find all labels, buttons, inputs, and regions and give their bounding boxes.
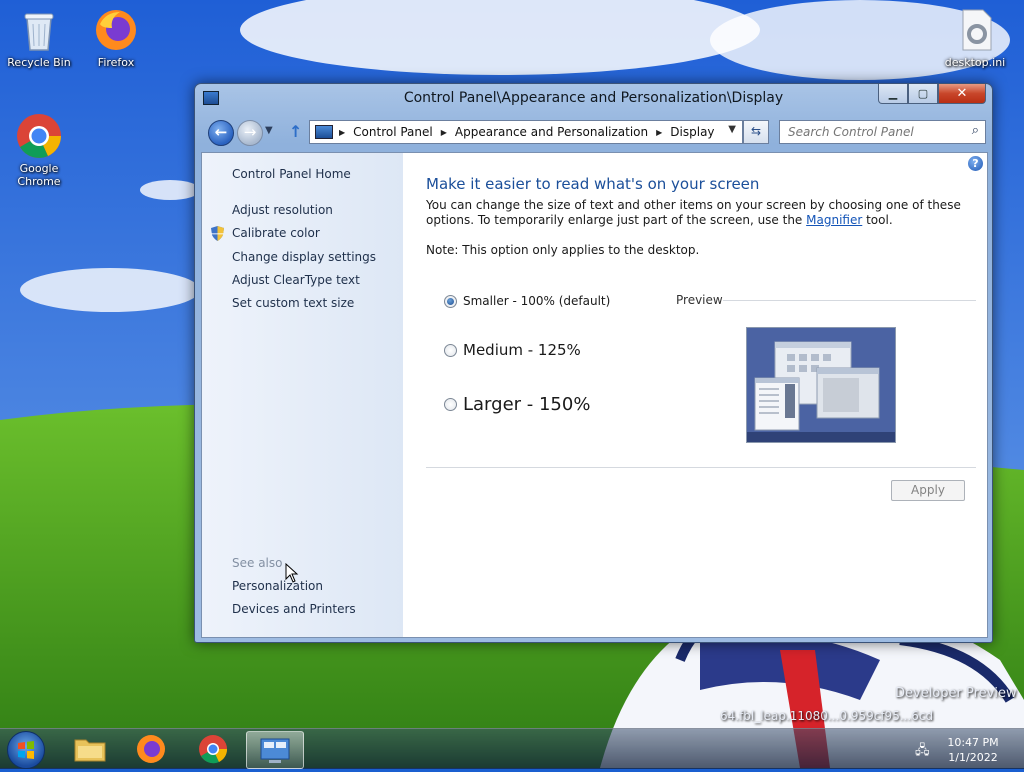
control-panel-icon <box>260 738 290 763</box>
watermark-line1: Developer Preview <box>895 686 1017 701</box>
address-bar[interactable]: ▶ Control Panel ▶ Appearance and Personali… <box>309 120 743 144</box>
chevron-down-icon: ▼ <box>265 125 273 136</box>
adjust-cleartype-link[interactable]: Adjust ClearType text <box>232 273 360 287</box>
up-button[interactable]: ↑ <box>289 122 302 141</box>
calibrate-color-link[interactable]: Calibrate color <box>232 226 320 240</box>
start-button[interactable] <box>7 731 45 769</box>
close-icon: ✕ <box>956 86 968 101</box>
firefox-label: Firefox <box>97 56 135 69</box>
taskbar: 🖧 10:47 PM 1/1/2022 <box>0 728 1024 769</box>
preview-divider <box>723 300 976 301</box>
address-dropdown-icon[interactable]: ▼ <box>728 124 736 135</box>
help-icon[interactable]: ? <box>968 156 983 171</box>
chrome-icon <box>17 114 61 158</box>
option-smaller[interactable]: Smaller - 100% (default) <box>444 294 610 308</box>
content-divider <box>426 467 976 468</box>
magnifier-link[interactable]: Magnifier <box>806 213 862 227</box>
mouse-cursor-icon <box>285 563 299 583</box>
display-preview-image <box>746 327 896 443</box>
firefox-icon <box>137 735 165 763</box>
settings-file-icon <box>962 9 992 51</box>
recycle-bin-label: Recycle Bin <box>7 56 71 69</box>
forward-arrow-icon: → <box>243 123 257 141</box>
minimize-button[interactable]: ▁ <box>878 84 908 104</box>
change-display-settings-link[interactable]: Change display settings <box>232 250 376 264</box>
window-content: Control Panel Home Adjust resolution Cal… <box>201 152 988 638</box>
window-title: Control Panel\Appearance and Personaliza… <box>403 90 784 106</box>
crumb-display[interactable]: ▶ Display <box>656 125 714 139</box>
adjust-resolution-link[interactable]: Adjust resolution <box>232 203 333 217</box>
maximize-icon: ▢ <box>917 87 929 100</box>
crumb-separator-icon: ▶ <box>656 127 663 137</box>
option-medium[interactable]: Medium - 125% <box>444 341 581 359</box>
windows-logo-icon <box>18 741 34 759</box>
control-panel-window: Control Panel\Appearance and Personaliza… <box>194 83 993 643</box>
control-panel-home-link[interactable]: Control Panel Home <box>232 167 351 181</box>
caption-buttons: ▁ ▢ ✕ <box>878 84 986 104</box>
refresh-button[interactable]: ⇆ <box>743 120 769 144</box>
radio-larger[interactable] <box>444 398 457 411</box>
taskbar-explorer-button[interactable] <box>62 731 118 767</box>
crumb-control-panel[interactable]: ▶ Control Panel <box>339 125 433 139</box>
folder-icon <box>74 739 106 762</box>
search-box[interactable]: ⌕ <box>779 120 986 144</box>
option-larger[interactable]: Larger - 150% <box>444 394 590 415</box>
desktop-ini-label: desktop.ini <box>944 56 1006 69</box>
taskbar-control-panel-button[interactable] <box>246 731 304 769</box>
personalization-link[interactable]: Personalization <box>232 579 323 593</box>
up-arrow-icon: ↑ <box>289 122 303 141</box>
navigation-bar: ← → ▼ ↑ ▶ Control Panel ▶ Appearance and P… <box>203 118 986 148</box>
left-task-pane: Control Panel Home Adjust resolution Cal… <box>202 153 403 637</box>
desktop-ini-desktop-icon[interactable]: desktop.ini <box>937 6 1013 69</box>
network-icon[interactable]: 🖧 <box>915 741 930 763</box>
clock-time: 10:47 PM <box>947 736 999 749</box>
page-description: You can change the size of text and othe… <box>426 198 961 227</box>
radio-smaller[interactable] <box>444 294 457 308</box>
search-icon[interactable]: ⌕ <box>972 123 979 138</box>
close-button[interactable]: ✕ <box>938 84 986 104</box>
watermark-line2: 64.fbl_leap.11080...0.959cf95...6cd <box>720 709 934 723</box>
taskbar-chrome-button[interactable] <box>185 731 241 767</box>
main-pane: ? Make it easier to read what's on your … <box>403 153 987 637</box>
forward-button[interactable]: → <box>237 120 263 146</box>
set-custom-text-size-link[interactable]: Set custom text size <box>232 296 354 310</box>
chrome-desktop-icon[interactable]: Google Chrome <box>1 112 77 188</box>
chrome-label: Google Chrome <box>17 162 61 188</box>
crumb-appearance[interactable]: ▶ Appearance and Personalization <box>441 125 648 139</box>
back-button[interactable]: ← <box>208 120 234 146</box>
firefox-icon <box>96 10 136 50</box>
recycle-bin-desktop-icon[interactable]: Recycle Bin <box>1 6 77 69</box>
desktop-note: Note: This option only applies to the de… <box>426 243 700 257</box>
control-panel-icon <box>315 125 333 139</box>
radio-medium[interactable] <box>444 343 457 357</box>
devices-and-printers-link[interactable]: Devices and Printers <box>232 602 356 616</box>
refresh-icon: ⇆ <box>750 124 762 138</box>
maximize-button[interactable]: ▢ <box>908 84 938 104</box>
recent-pages-button[interactable]: ▼ <box>265 125 273 136</box>
recycle-bin-icon <box>24 13 54 51</box>
uac-shield-icon <box>211 226 224 241</box>
taskbar-firefox-button[interactable] <box>123 731 179 767</box>
chrome-icon <box>199 735 228 764</box>
clock-date: 1/1/2022 <box>948 751 998 764</box>
minimize-icon: ▁ <box>888 87 898 100</box>
firefox-desktop-icon[interactable]: Firefox <box>78 6 154 69</box>
back-arrow-icon: ← <box>214 123 228 141</box>
see-also-label: See also <box>232 556 283 570</box>
crumb-separator-icon: ▶ <box>339 127 346 137</box>
page-heading: Make it easier to read what's on your sc… <box>426 175 760 193</box>
preview-label: Preview <box>676 293 723 307</box>
crumb-separator-icon: ▶ <box>440 127 447 137</box>
taskbar-clock[interactable]: 10:47 PM 1/1/2022 <box>942 735 1004 765</box>
apply-button[interactable]: Apply <box>891 480 965 501</box>
search-input[interactable] <box>780 122 958 142</box>
